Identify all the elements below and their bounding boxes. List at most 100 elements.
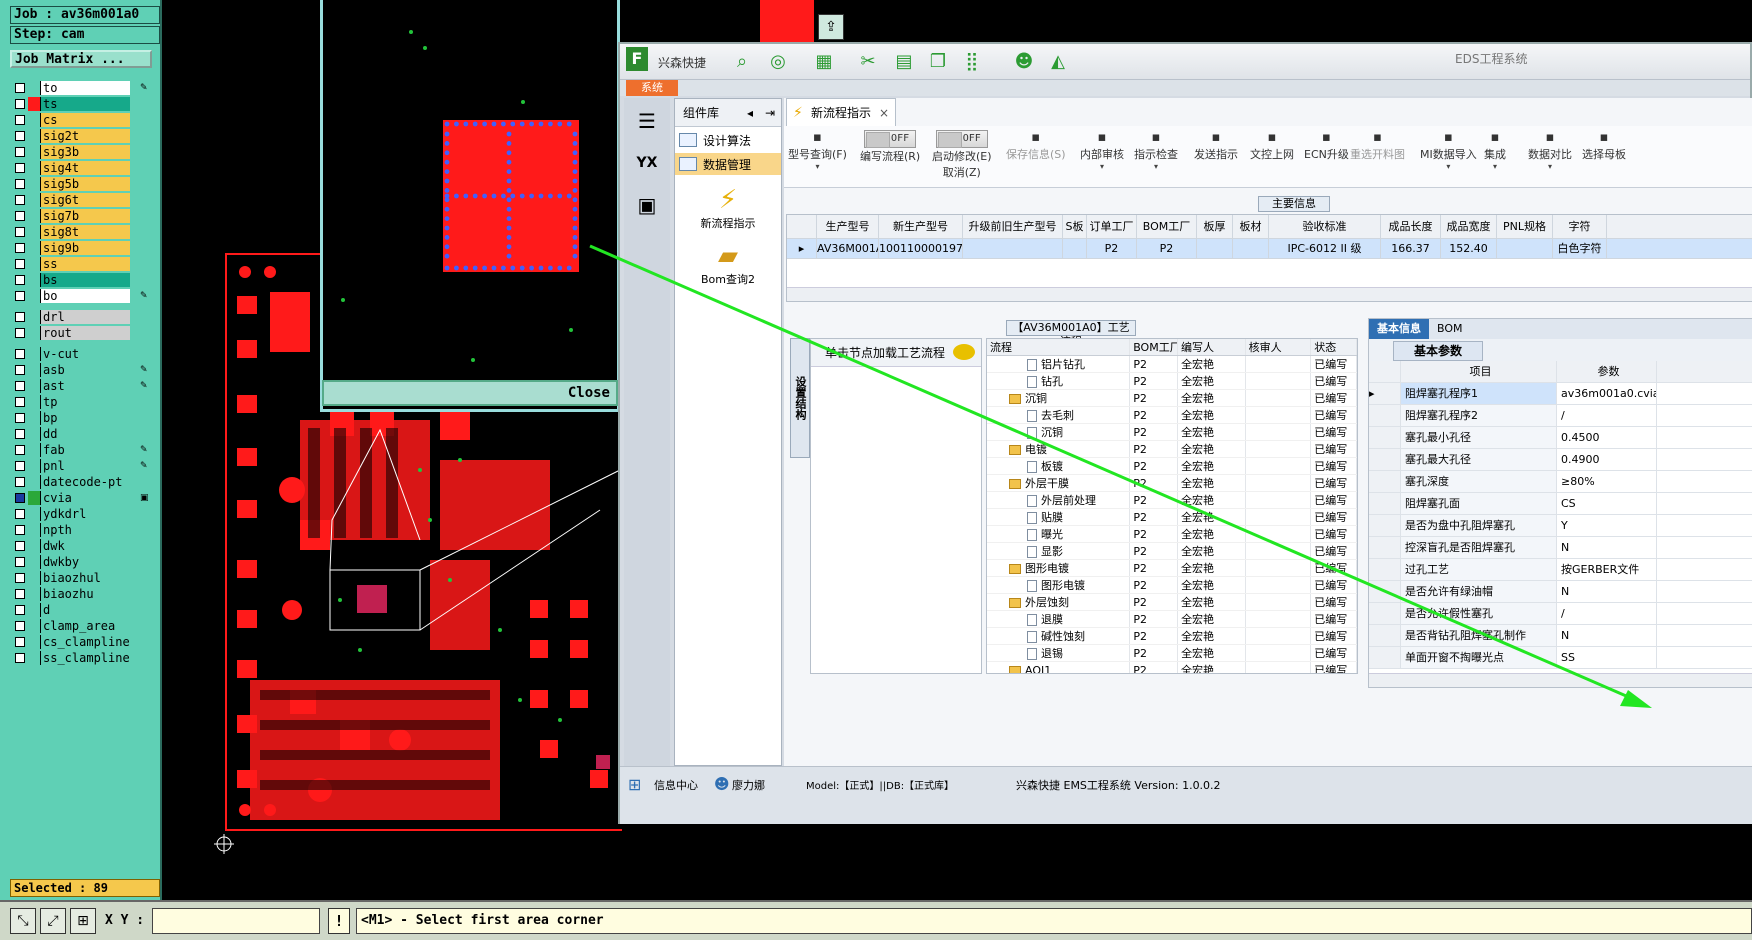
search-icon[interactable]: ⌕ [730,50,754,74]
param-value[interactable]: av36m001a0.cvia [1557,383,1657,404]
ribbon-button-9[interactable]: ▪ 重选开料图 [1350,130,1405,162]
table-row[interactable]: ▸AV36M001A010011000019704 P2P2 IPC-6012 II… [787,239,1752,259]
column-header[interactable]: 板材 [1233,215,1269,238]
table-row[interactable]: 图形电镀 P2 全宏艳 已编写 [987,560,1357,577]
apps-grid-icon[interactable]: ⣿ [960,50,984,74]
ribbon-button-0[interactable]: ▪ 型号查询(F) ▾ [788,130,847,171]
layer-checkbox[interactable] [15,477,25,487]
layer-row[interactable]: ss [12,256,130,272]
param-value[interactable]: N [1557,537,1657,558]
table-row[interactable]: 是否允许有绿油帽 N [1369,581,1752,603]
layer-checkbox[interactable] [15,413,25,423]
column-header[interactable]: 新生产型号 [879,215,963,238]
layer-row[interactable]: v-cut [12,346,130,362]
layer-row[interactable]: ss_clampline [12,650,130,666]
layer-row[interactable]: sig8t [12,224,130,240]
collapse-left-icon[interactable]: ◂ [747,99,753,127]
layer-checkbox[interactable] [15,429,25,439]
param-value[interactable]: / [1557,405,1657,426]
layer-checkbox[interactable] [15,493,25,503]
table-row[interactable]: 外层干膜 P2 全宏艳 已编写 [987,475,1357,492]
column-header[interactable]: 核审人 [1246,339,1312,355]
info-center[interactable]: 信息中心 [654,777,698,793]
layer-row[interactable]: sig4t [12,160,130,176]
column-header[interactable]: 验收标准 [1269,215,1381,238]
layer-row[interactable]: d [12,602,130,618]
table-row[interactable]: 塞孔最小孔径 0.4500 [1369,427,1752,449]
layer-row[interactable]: ast ✎ [12,378,148,394]
layer-row[interactable]: dwkby [12,554,130,570]
scissors-icon[interactable]: ✂ [856,50,880,74]
table-row[interactable]: 单面开窗不掏曝光点 SS [1369,647,1752,669]
table-row[interactable]: 沉铜 P2 全宏艳 已编写 [987,390,1357,407]
apps-grid-icon[interactable]: ⊞ [628,775,641,794]
job-matrix-button[interactable]: Job Matrix ... [10,50,152,68]
chevron-down-icon[interactable]: ▾ [1420,162,1477,171]
layer-checkbox[interactable] [15,349,25,359]
table-row[interactable]: 沉铜 P2 全宏艳 已编写 [987,424,1357,441]
column-header[interactable]: 字符 [1553,215,1607,238]
tab-system[interactable]: 系统 [626,80,678,96]
param-value[interactable]: 0.4900 [1557,449,1657,470]
menu-icon[interactable]: ☰ [628,102,666,140]
layer-checkbox[interactable] [15,83,25,93]
column-header[interactable]: BOM工厂 [1137,215,1197,238]
layer-checkbox[interactable] [15,621,25,631]
help-ring-icon[interactable]: ◎ [766,50,790,74]
param-value[interactable]: Y [1557,515,1657,536]
layer-checkbox[interactable] [15,227,25,237]
table-row[interactable]: 退锡 P2 全宏艳 已编写 [987,645,1357,662]
layer-row[interactable]: biaozhu [12,586,130,602]
layer-checkbox[interactable] [15,381,25,391]
layer-row[interactable]: ydkdrl [12,506,130,522]
chart-icon[interactable]: ◭ [1046,50,1070,74]
xy-input[interactable] [152,908,320,934]
table-row[interactable]: 钻孔 P2 全宏艳 已编写 [987,373,1357,390]
column-header[interactable]: 生产型号 [817,215,879,238]
chevron-down-icon[interactable]: ▾ [788,162,847,171]
tile-new-flow[interactable]: ⚡ 新流程指示 [675,185,781,231]
layer-checkbox[interactable] [15,328,25,338]
layer-row[interactable]: sig2t [12,128,130,144]
layer-checkbox[interactable] [15,653,25,663]
param-value[interactable]: CS [1557,493,1657,514]
table-row[interactable]: AOI1 P2 全宏艳 已编写 [987,662,1357,673]
layer-checkbox[interactable] [15,541,25,551]
layer-row[interactable]: sig3b [12,144,130,160]
chevron-down-icon[interactable]: ▾ [1080,162,1124,171]
table-row[interactable]: 曝光 P2 全宏艳 已编写 [987,526,1357,543]
column-header[interactable]: 订单工厂 [1087,215,1137,238]
warning-icon[interactable]: ! [328,908,350,934]
layer-row[interactable]: sig7b [12,208,130,224]
doc-tab-new-flow[interactable]: ⚡ 新流程指示 × [786,98,896,126]
basic-params-tab[interactable]: 基本参数 [1393,341,1483,361]
table-icon[interactable]: ▦ [812,50,836,74]
column-header[interactable]: S板 [1063,215,1087,238]
layer-checkbox[interactable] [15,573,25,583]
layer-checkbox[interactable] [15,211,25,221]
table-row[interactable]: 去毛刺 P2 全宏艳 已编写 [987,407,1357,424]
ribbon-button-3[interactable]: ▪ 保存信息(S) [1006,130,1066,162]
vertical-tab[interactable]: 设置结构 [790,338,810,458]
ribbon-button-1[interactable]: OFF 编写流程(R) [860,130,920,164]
layer-checkbox[interactable] [15,275,25,285]
table-row[interactable]: 碱性蚀刻 P2 全宏艳 已编写 [987,628,1357,645]
horizontal-scrollbar[interactable] [787,287,1752,301]
layer-row[interactable]: cvia ▣ [12,490,149,506]
layer-row[interactable]: rout [12,325,130,341]
layer-checkbox[interactable] [15,195,25,205]
chevron-down-icon[interactable]: ▾ [1528,162,1572,171]
column-header[interactable]: 成品宽度 [1441,215,1497,238]
table-row[interactable]: 外层蚀刻 P2 全宏艳 已编写 [987,594,1357,611]
tile-bom-query[interactable]: ▰ Bom查询2 [675,241,781,287]
layer-checkbox[interactable] [15,461,25,471]
table-row[interactable]: 塞孔深度 ≥80% [1369,471,1752,493]
layer-checkbox[interactable] [15,445,25,455]
layer-checkbox[interactable] [15,115,25,125]
layer-row[interactable]: pnl ✎ [12,458,148,474]
layer-checkbox[interactable] [15,365,25,375]
layer-checkbox[interactable] [15,397,25,407]
layer-row[interactable]: tp [12,394,130,410]
table-row[interactable]: 过孔工艺 按GERBER文件 [1369,559,1752,581]
ribbon-button-13[interactable]: ▪ 选择母板 [1582,130,1626,162]
